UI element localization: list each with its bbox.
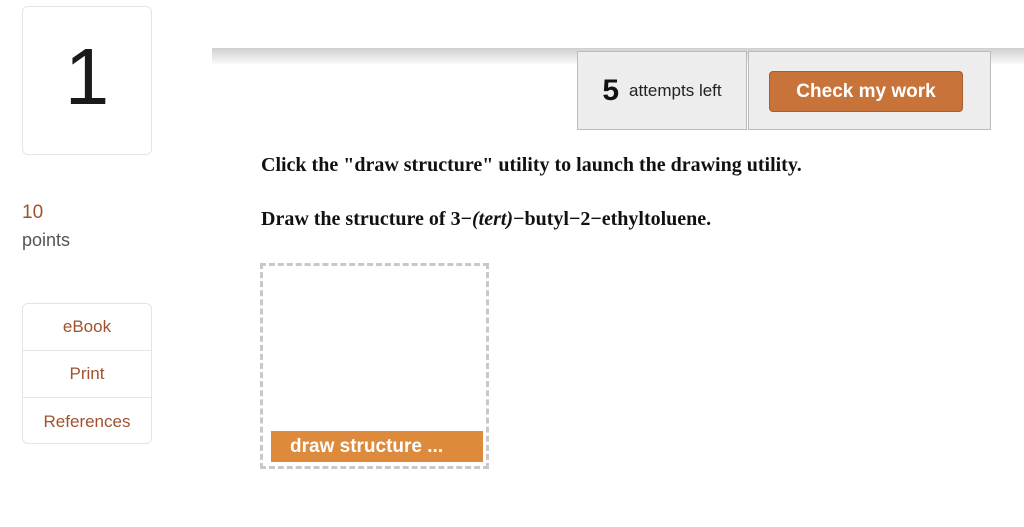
instruction-draw-italic: (tert)	[471, 208, 514, 230]
instruction-launch: Click the "draw structure" utility to la…	[261, 154, 802, 176]
question-number: 1	[64, 31, 110, 121]
instruction-draw: Draw the structure of 3−(tert)−butyl−2−e…	[261, 208, 711, 231]
attempts-box: 5 attempts left	[577, 51, 747, 130]
instruction-draw-prefix: Draw the structure of 3−	[261, 208, 472, 230]
draw-structure-button[interactable]: draw structure ...	[271, 431, 483, 462]
attempts-label: attempts left	[629, 80, 722, 100]
attempts-count: 5	[602, 73, 620, 107]
references-link[interactable]: References	[23, 398, 151, 443]
question-number-card: 1	[22, 6, 152, 155]
check-work-box: Check my work	[748, 51, 991, 130]
print-link[interactable]: Print	[23, 351, 151, 398]
points-label: points	[22, 230, 71, 250]
check-my-work-button[interactable]: Check my work	[769, 71, 963, 112]
points-value: 10	[22, 202, 44, 223]
ebook-link[interactable]: eBook	[23, 304, 151, 351]
instruction-draw-suffix: −butyl−2−ethyltoluene.	[513, 208, 712, 230]
drawing-area[interactable]: draw structure ...	[260, 263, 489, 469]
resources-panel: eBook Print References	[22, 303, 152, 444]
